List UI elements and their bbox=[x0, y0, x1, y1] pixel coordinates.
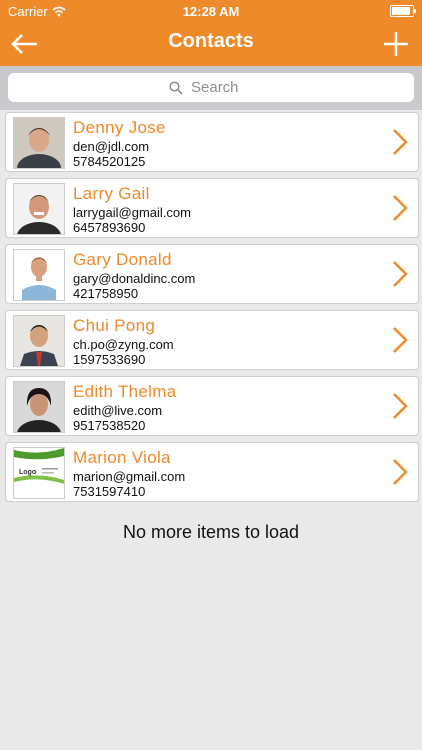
load-more-status: No more items to load bbox=[122, 522, 300, 542]
battery-icon bbox=[390, 5, 416, 17]
contact-phone: 7531597410 bbox=[73, 484, 146, 499]
contact-name: Denny Jose bbox=[73, 118, 166, 137]
avatar bbox=[13, 117, 65, 169]
contact-name: Gary Donald bbox=[73, 250, 172, 269]
status-bar: Carrier 12:28 AM bbox=[0, 0, 422, 22]
navigation-bar: Carrier 12:28 AM Contacts bbox=[0, 0, 422, 66]
contact-phone: 1597533690 bbox=[73, 352, 146, 367]
page-title: Contacts bbox=[168, 30, 254, 52]
business-card-image: Logo bbox=[13, 447, 65, 499]
logo-text: Logo bbox=[19, 469, 36, 476]
contact-row[interactable]: Logo Marion Viola marion@gmail.com 75315… bbox=[5, 442, 419, 502]
contact-email: edith@live.com bbox=[73, 403, 163, 418]
chevron-right-icon bbox=[393, 327, 408, 353]
contact-email: den@jdl.com bbox=[73, 139, 150, 154]
chevron-right-icon bbox=[393, 459, 408, 485]
contact-row[interactable]: Gary Donald gary@donaldinc.com 421758950 bbox=[5, 244, 419, 304]
chevron-right-icon bbox=[393, 129, 408, 155]
avatar bbox=[13, 381, 65, 433]
contact-row[interactable]: Edith Thelma edith@live.com 9517538520 bbox=[5, 376, 419, 436]
contact-row[interactable]: Chui Pong ch.po@zyng.com 1597533690 bbox=[5, 310, 419, 370]
avatar bbox=[13, 315, 65, 367]
search-icon bbox=[169, 80, 183, 95]
contact-phone: 6457893690 bbox=[73, 220, 146, 235]
contact-phone: 5784520125 bbox=[73, 154, 146, 169]
contact-email: ch.po@zyng.com bbox=[73, 337, 174, 352]
contact-email: marion@gmail.com bbox=[73, 469, 186, 484]
contact-phone: 9517538520 bbox=[73, 418, 146, 433]
chevron-right-icon bbox=[393, 261, 408, 287]
contact-email: gary@donaldinc.com bbox=[73, 271, 196, 286]
contact-name: Marion Viola bbox=[73, 448, 171, 467]
contact-row[interactable]: Denny Jose den@jdl.com 5784520125 bbox=[5, 112, 419, 172]
avatar bbox=[13, 249, 65, 301]
contact-name: Larry Gail bbox=[73, 184, 150, 203]
chevron-right-icon bbox=[393, 393, 408, 419]
chevron-right-icon bbox=[393, 195, 408, 221]
contact-name: Edith Thelma bbox=[73, 382, 177, 401]
search-input[interactable] bbox=[189, 78, 253, 97]
contact-email: larrygail@gmail.com bbox=[73, 205, 191, 220]
search-field[interactable] bbox=[8, 73, 414, 102]
contact-name: Chui Pong bbox=[73, 316, 156, 335]
contact-phone: 421758950 bbox=[73, 286, 139, 301]
contact-row[interactable]: Larry Gail larrygail@gmail.com 645789369… bbox=[5, 178, 419, 238]
avatar bbox=[13, 183, 65, 235]
status-time: 12:28 AM bbox=[182, 4, 240, 19]
search-bar bbox=[0, 66, 422, 110]
plus-icon[interactable] bbox=[382, 30, 410, 58]
